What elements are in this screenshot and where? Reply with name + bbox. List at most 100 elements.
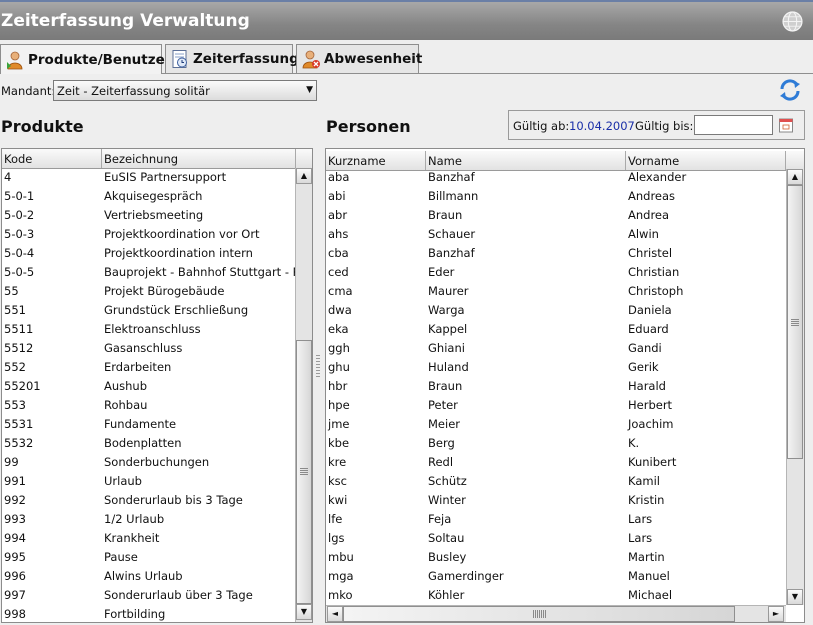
table-cell-vorname: Martin [628, 550, 665, 564]
table-row[interactable]: eka Kappel Eduard [326, 320, 786, 339]
table-cell-name: Braun [428, 379, 463, 393]
table-row[interactable]: ghu Huland Gerik [326, 358, 786, 377]
scroll-thumb[interactable] [787, 185, 803, 459]
table-row[interactable]: 995 Pause [2, 548, 295, 567]
column-header-bezeichnung[interactable]: Bezeichnung [102, 149, 296, 168]
table-cell-bezeichnung: Urlaub [104, 474, 142, 488]
table-cell-kurzname: ahs [328, 227, 349, 241]
globe-icon[interactable] [782, 11, 803, 32]
scroll-down-button[interactable]: ▼ [787, 589, 803, 605]
table-cell-name: Warga [428, 303, 465, 317]
splitter-handle[interactable] [316, 355, 320, 379]
table-row[interactable]: ggh Ghiani Gandi [326, 339, 786, 358]
table-row[interactable]: hpe Peter Herbert [326, 396, 786, 415]
table-cell-bezeichnung: Projektkoordination intern [104, 246, 253, 260]
column-header-kode[interactable]: Kode [2, 149, 102, 168]
table-row[interactable]: 5512 Gasanschluss [2, 339, 295, 358]
personen-title: Personen [326, 117, 411, 136]
valid-from-value[interactable]: 10.04.2007 [569, 119, 635, 133]
table-row[interactable]: 5531 Fundamente [2, 415, 295, 434]
table-row[interactable]: cma Maurer Christoph [326, 282, 786, 301]
table-row[interactable]: cba Banzhaf Christel [326, 244, 786, 263]
scroll-thumb[interactable] [343, 606, 735, 622]
table-row[interactable]: 998 Fortbilding [2, 605, 295, 622]
table-row[interactable]: mga Gamerdinger Manuel [326, 567, 786, 586]
table-row[interactable]: 992 Sonderurlaub bis 3 Tage [2, 491, 295, 510]
scroll-up-button[interactable]: ▲ [787, 169, 803, 185]
table-cell-kode: 5-0-3 [4, 227, 35, 241]
table-row[interactable]: 993 1/2 Urlaub [2, 510, 295, 529]
scroll-left-button[interactable]: ◄ [327, 606, 343, 622]
table-row[interactable]: 5511 Elektroanschluss [2, 320, 295, 339]
table-cell-vorname: Harald [628, 379, 666, 393]
table-cell-kurzname: ghu [328, 360, 350, 374]
table-row[interactable]: ced Eder Christian [326, 263, 786, 282]
table-cell-kode: 995 [4, 550, 26, 564]
table-cell-kode: 992 [4, 493, 26, 507]
personen-vertical-scrollbar[interactable]: ▲ ▼ [786, 169, 804, 605]
table-row[interactable]: 551 Grundstück Erschließung [2, 301, 295, 320]
table-cell-name: Köhler [428, 588, 465, 602]
table-row[interactable]: kbe Berg K. [326, 434, 786, 453]
calendar-icon[interactable] [779, 117, 793, 133]
table-row[interactable]: aba Banzhaf Alexander [326, 168, 786, 187]
table-cell-kode: 5-0-4 [4, 246, 35, 260]
valid-to-input[interactable] [694, 115, 773, 135]
table-cell-kurzname: kwi [328, 493, 348, 507]
scroll-right-button[interactable]: ► [768, 606, 784, 622]
refresh-icon[interactable] [777, 78, 803, 102]
mandant-select[interactable]: Zeit - Zeiterfassung solitär ▼ [53, 80, 317, 101]
table-row[interactable]: 55 Projekt Bürogebäude [2, 282, 295, 301]
table-row[interactable]: 991 Urlaub [2, 472, 295, 491]
table-row[interactable]: 5-0-2 Vertriebsmeeting [2, 206, 295, 225]
table-row[interactable]: abi Billmann Andreas [326, 187, 786, 206]
table-row[interactable]: 5-0-3 Projektkoordination vor Ort [2, 225, 295, 244]
table-cell-kode: 5512 [4, 341, 34, 355]
table-row[interactable]: kre Redl Kunibert [326, 453, 786, 472]
table-cell-vorname: Daniela [628, 303, 672, 317]
table-row[interactable]: abr Braun Andrea [326, 206, 786, 225]
table-row[interactable]: 5532 Bodenplatten [2, 434, 295, 453]
tab-zeiterfassung[interactable]: Zeiterfassung [165, 44, 299, 73]
table-row[interactable]: 552 Erdarbeiten [2, 358, 295, 377]
table-row[interactable]: jme Meier Joachim [326, 415, 786, 434]
table-row[interactable]: lfe Feja Lars [326, 510, 786, 529]
table-cell-kode: 998 [4, 607, 26, 621]
table-row[interactable]: hbr Braun Harald [326, 377, 786, 396]
table-row[interactable]: 5-0-1 Akquisegespräch [2, 187, 295, 206]
table-cell-vorname: Manuel [628, 569, 670, 583]
tab-produkte-benutzer[interactable]: Produkte/Benutzer [0, 44, 171, 74]
scroll-up-button[interactable]: ▲ [296, 168, 312, 184]
table-row[interactable]: mbu Busley Martin [326, 548, 786, 567]
table-cell-kode: 5-0-1 [4, 189, 35, 203]
table-cell-name: Berg [428, 436, 455, 450]
table-row[interactable]: 4 EuSIS Partnersupport [2, 168, 295, 187]
table-row[interactable]: 5-0-5 Bauprojekt - Bahnhof Stuttgart - P.… [2, 263, 295, 282]
table-row[interactable]: ahs Schauer Alwin [326, 225, 786, 244]
produkte-vertical-scrollbar[interactable]: ▲ ▼ [295, 168, 312, 622]
table-cell-kurzname: ced [328, 265, 349, 279]
table-cell-kurzname: mko [328, 588, 353, 602]
table-row[interactable]: 553 Rohbau [2, 396, 295, 415]
scroll-down-button[interactable]: ▼ [296, 604, 312, 620]
table-row[interactable]: ksc Schütz Kamil [326, 472, 786, 491]
table-row[interactable]: 994 Krankheit [2, 529, 295, 548]
personen-horizontal-scrollbar[interactable]: ◄ ► [326, 605, 786, 622]
table-row[interactable]: dwa Warga Daniela [326, 301, 786, 320]
table-cell-bezeichnung: EuSIS Partnersupport [104, 170, 227, 184]
table-row[interactable]: 996 Alwins Urlaub [2, 567, 295, 586]
produkte-title: Produkte [1, 117, 84, 136]
scroll-thumb[interactable] [296, 340, 312, 604]
table-row[interactable]: 5-0-4 Projektkoordination intern [2, 244, 295, 263]
table-cell-name: Winter [428, 493, 466, 507]
table-cell-kode: 551 [4, 303, 26, 317]
table-row[interactable]: lgs Soltau Lars [326, 529, 786, 548]
table-cell-name: Banzhaf [428, 170, 475, 184]
table-row[interactable]: mko Köhler Michael [326, 586, 786, 605]
table-row[interactable]: 55201 Aushub [2, 377, 295, 396]
table-row[interactable]: kwi Winter Kristin [326, 491, 786, 510]
table-row[interactable]: 99 Sonderbuchungen [2, 453, 295, 472]
table-cell-bezeichnung: 1/2 Urlaub [104, 512, 165, 526]
table-row[interactable]: 997 Sonderurlaub über 3 Tage [2, 586, 295, 605]
tab-abwesenheit[interactable]: Abwesenheit [296, 44, 422, 73]
